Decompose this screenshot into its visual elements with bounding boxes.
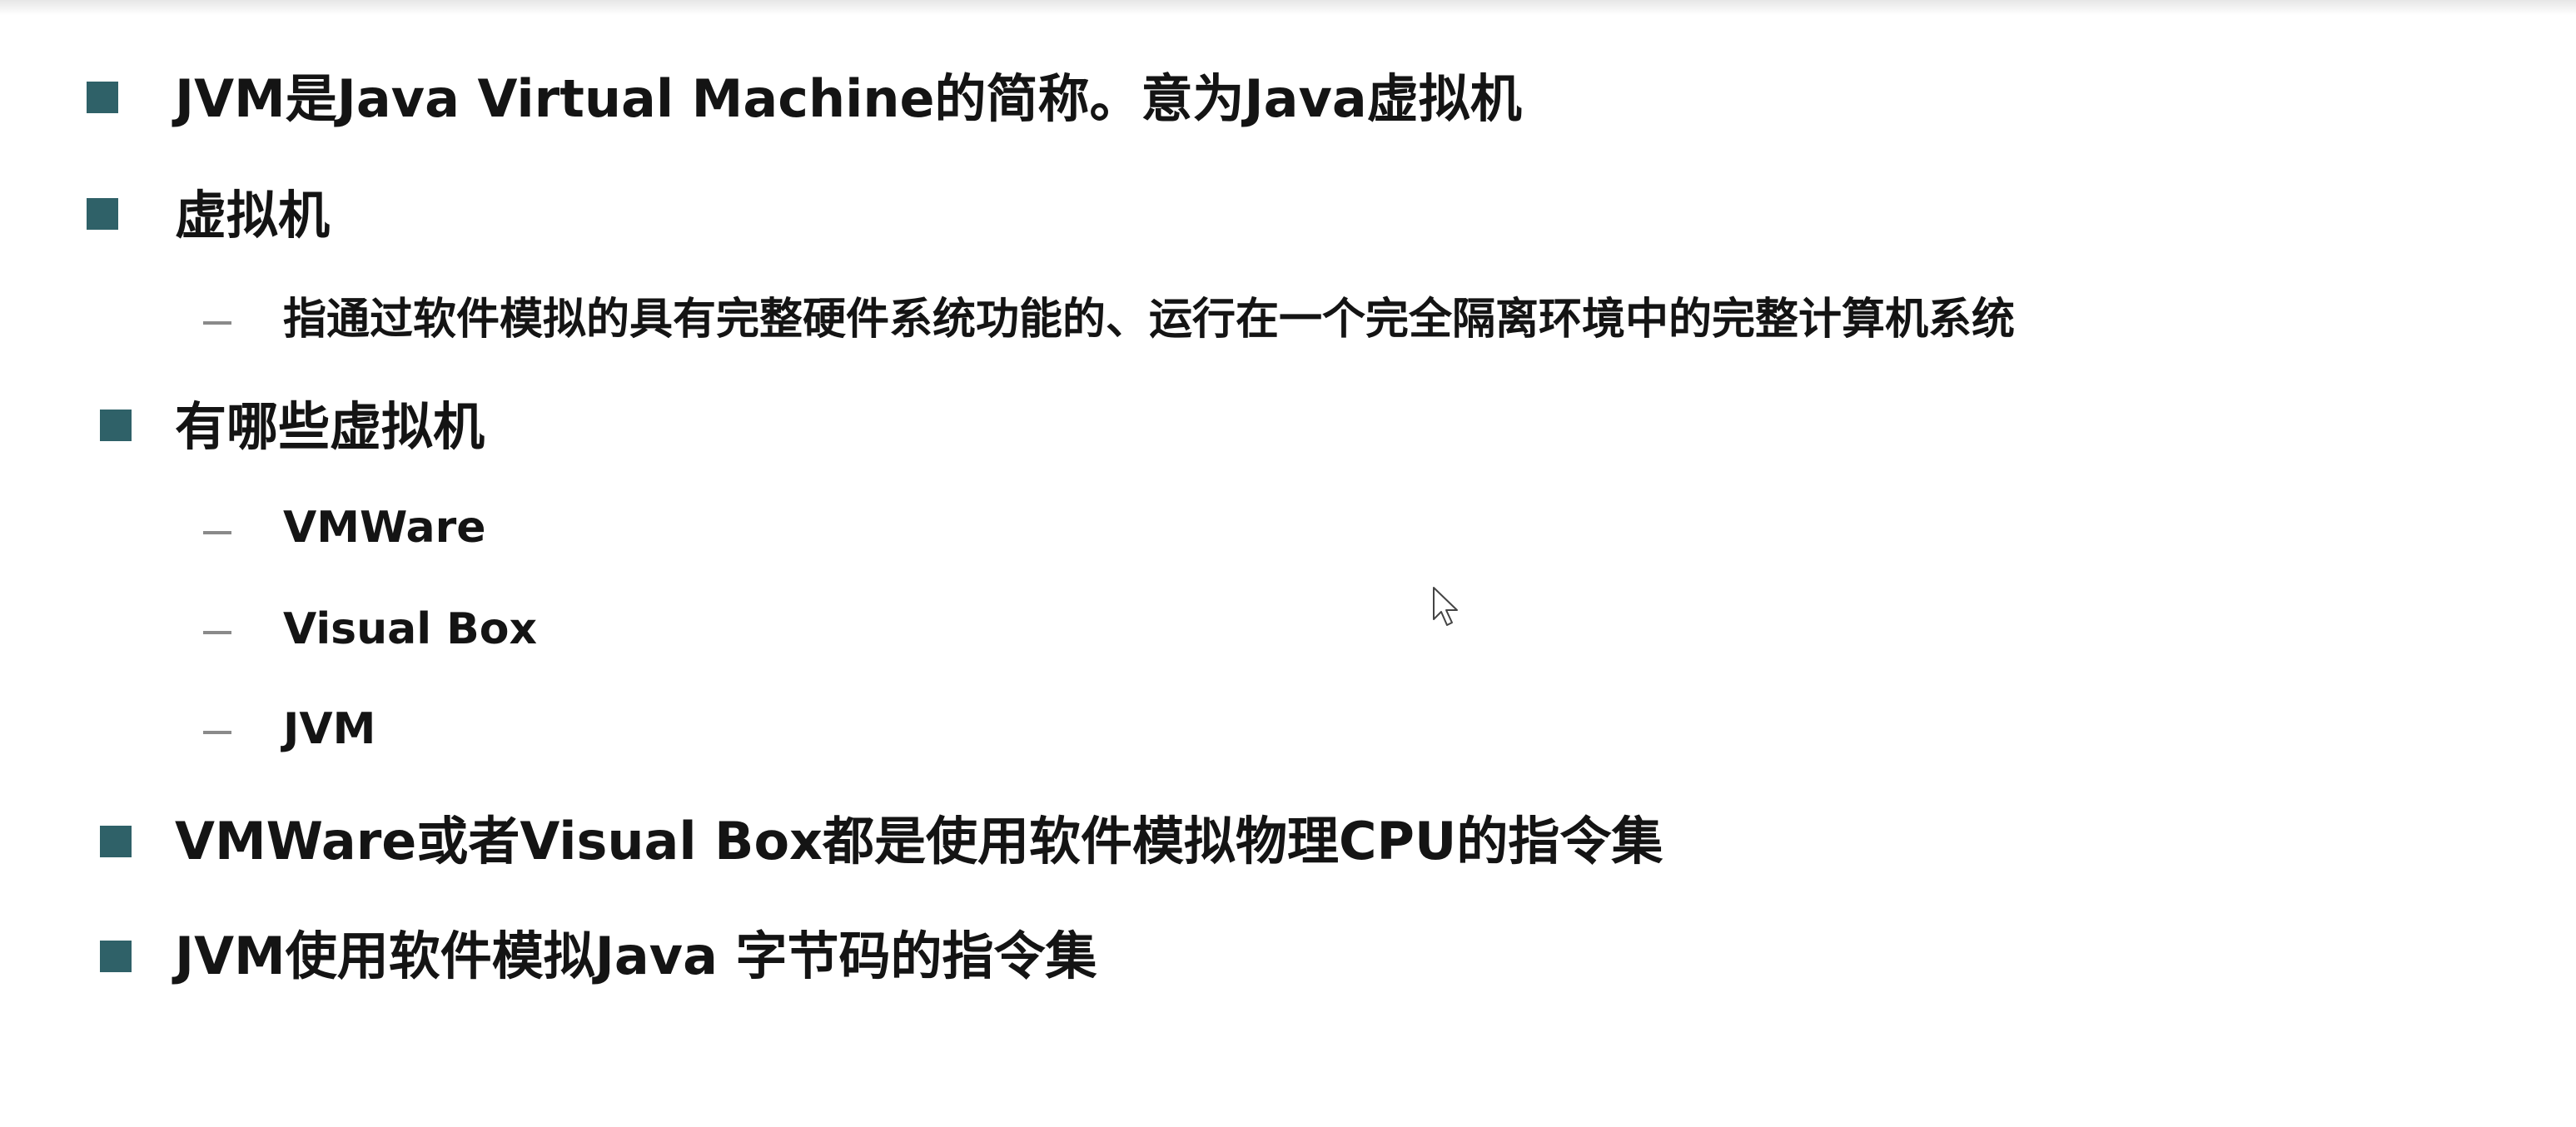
- bullet-which-vms: 有哪些虚拟机: [175, 396, 485, 457]
- slide: JVM是Java Virtual Machine的简称。意为Java虚拟机 虚拟…: [0, 0, 2576, 1127]
- sub-bullet-visual-box: Visual Box: [283, 604, 538, 654]
- mouse-pointer-icon: [1433, 587, 1458, 626]
- dash-bullet-icon: [203, 731, 231, 734]
- bullet-jvm-definition: JVM是Java Virtual Machine的简称。意为Java虚拟机: [175, 68, 1522, 129]
- square-bullet-icon: [100, 941, 132, 972]
- bullet-virtual-machine: 虚拟机: [175, 185, 331, 246]
- square-bullet-icon: [100, 826, 132, 857]
- square-bullet-icon: [87, 82, 118, 113]
- square-bullet-icon: [87, 198, 118, 230]
- sub-bullet-vm-definition: 指通过软件模拟的具有完整硬件系统功能的、运行在一个完全隔离环境中的完整计算机系统: [283, 295, 2016, 345]
- sub-bullet-jvm: JVM: [283, 704, 376, 754]
- dash-bullet-icon: [203, 531, 231, 534]
- dash-bullet-icon: [203, 321, 231, 325]
- top-shadow: [0, 0, 2576, 15]
- square-bullet-icon: [100, 410, 132, 441]
- dash-bullet-icon: [203, 631, 231, 634]
- sub-bullet-vmware: VMWare: [283, 503, 486, 553]
- bullet-vmware-visualbox: VMWare或者Visual Box都是使用软件模拟物理CPU的指令集: [175, 811, 1663, 871]
- bullet-jvm-bytecode: JVM使用软件模拟Java 字节码的指令集: [175, 926, 1097, 986]
